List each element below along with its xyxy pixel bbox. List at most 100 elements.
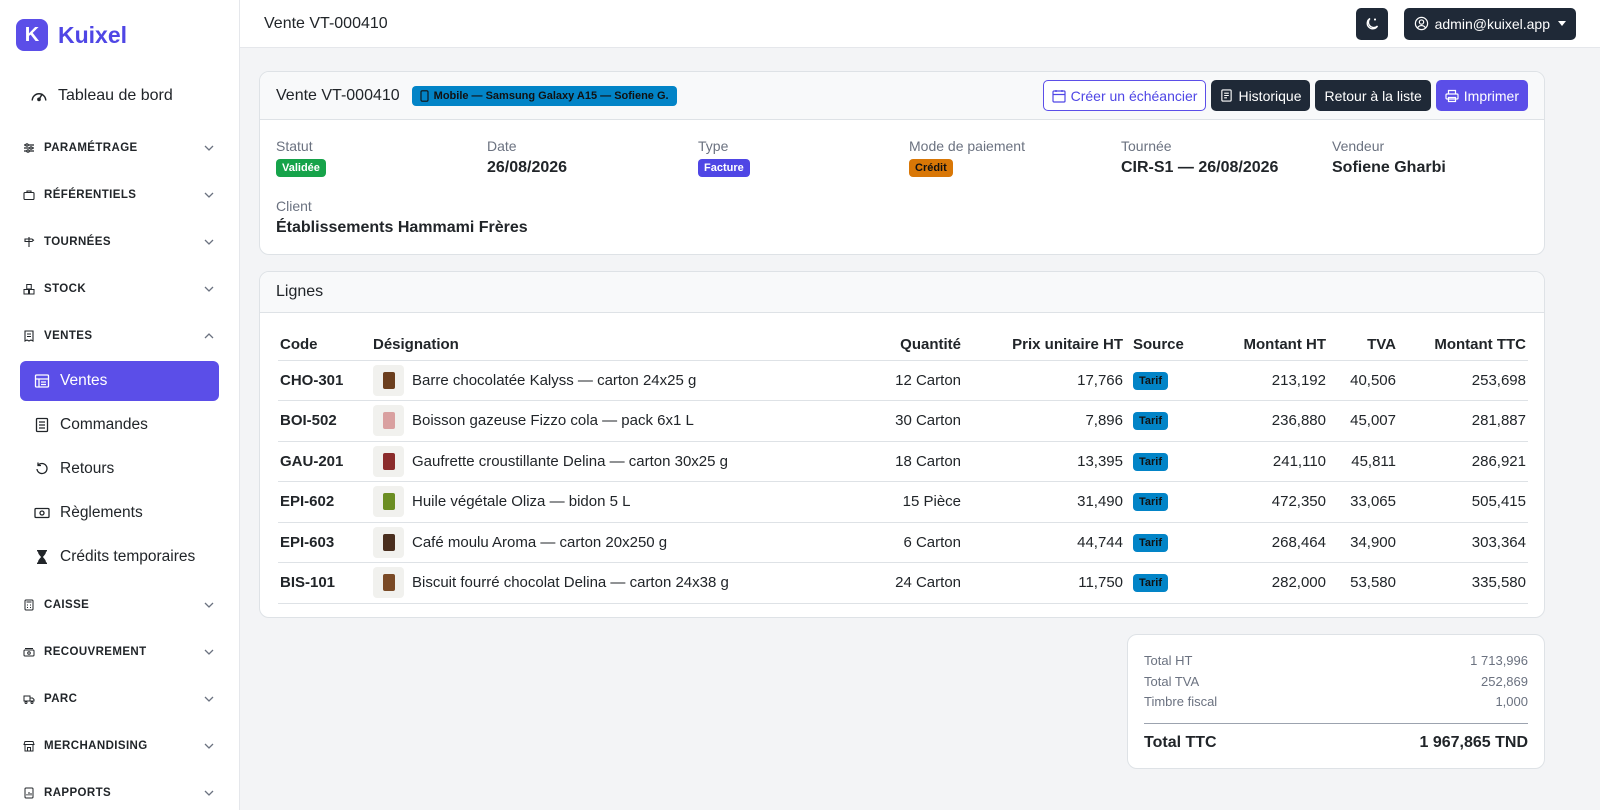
report-icon xyxy=(22,786,36,800)
type-badge: Facture xyxy=(698,159,750,177)
tour-field: Tournée CIR-S1 — 26/08/2026 xyxy=(1121,138,1321,177)
sidebar-item-label: Crédits temporaires xyxy=(60,548,196,565)
journal-text-icon xyxy=(1221,89,1233,102)
table-row[interactable]: CHO-301 Barre chocolatée Kalyss — carton… xyxy=(278,360,1528,401)
product-thumbnail xyxy=(373,364,404,396)
column-header[interactable]: Montant HT xyxy=(1215,330,1328,361)
sidebar-item-ventes[interactable]: Ventes xyxy=(20,361,219,401)
table-row[interactable]: BIS-101 Biscuit fourré chocolat Delina —… xyxy=(278,562,1528,604)
field-label: Client xyxy=(276,198,312,214)
code-cell: BOI-502 xyxy=(278,400,371,442)
unit-price-cell: 44,744 xyxy=(963,522,1125,563)
page-title: Vente VT-000410 xyxy=(264,14,388,32)
table-row[interactable]: GAU-201 Gaufrette croustillante Delina —… xyxy=(278,441,1528,482)
signpost-icon xyxy=(22,235,36,249)
cash-stack-icon xyxy=(22,645,36,659)
source-cell: Tarif xyxy=(1125,441,1215,482)
column-header[interactable]: Montant TTC xyxy=(1398,330,1528,361)
sidebar-section-label: RAPPORTS xyxy=(44,786,112,799)
sidebar-section-rapports[interactable]: RAPPORTS xyxy=(0,769,239,810)
sidebar-item-credits-temporaires[interactable]: Crédits temporaires xyxy=(20,537,219,577)
column-header[interactable]: Code xyxy=(278,330,371,361)
sidebar-section-tournees[interactable]: TOURNÉES xyxy=(0,218,239,265)
source-badge: Tarif xyxy=(1133,574,1169,593)
designation-cell: Huile végétale Oliza — bidon 5 L xyxy=(371,481,831,523)
column-header[interactable]: Désignation xyxy=(371,330,831,361)
shop-icon xyxy=(22,739,36,753)
chevron-up-icon xyxy=(204,332,214,338)
user-menu-button[interactable]: admin@kuixel.app xyxy=(1403,7,1576,40)
sidebar-item-label: Retours xyxy=(60,460,115,477)
designation-cell: Gaufrette croustillante Delina — carton … xyxy=(371,441,831,482)
source-badge: Tarif xyxy=(1133,412,1169,431)
code-cell: CHO-301 xyxy=(278,360,371,401)
amount-ttc-cell: 505,415 xyxy=(1398,481,1528,523)
total-ht-label: Total HT xyxy=(1144,653,1193,668)
sidebar-section-recouvrement[interactable]: RECOUVREMENT xyxy=(0,628,239,675)
amount-ttc-cell: 335,580 xyxy=(1398,562,1528,604)
history-button[interactable]: Historique xyxy=(1211,80,1311,111)
designation-text: Café moulu Aroma — carton 20x250 g xyxy=(412,533,668,551)
code-cell: EPI-602 xyxy=(278,481,371,523)
sidebar-section-parametrage[interactable]: PARAMÉTRAGE xyxy=(0,124,239,171)
origin-badge: Mobile — Samsung Galaxy A15 — Sofiene G. xyxy=(411,85,677,106)
sidebar-item-dashboard[interactable]: Tableau de bord xyxy=(10,76,229,116)
brand-name: Kuixel xyxy=(58,21,128,48)
table-row[interactable]: EPI-603 Café moulu Aroma — carton 20x250… xyxy=(278,522,1528,563)
sidebar-item-retours[interactable]: Retours xyxy=(20,449,219,489)
back-to-list-button[interactable]: Retour à la liste xyxy=(1315,80,1431,111)
sidebar-section-referentiels[interactable]: RÉFÉRENTIELS xyxy=(0,171,239,218)
sale-info-header: Vente VT-000410 Mobile — Samsung Galaxy … xyxy=(260,72,1544,120)
brand[interactable]: K Kuixel xyxy=(0,0,239,70)
theme-toggle-button[interactable] xyxy=(1355,7,1388,40)
sidebar-section-merchandising[interactable]: MERCHANDISING xyxy=(0,722,239,769)
sidebar-item-commandes[interactable]: Commandes xyxy=(20,405,219,445)
table-row[interactable]: BOI-502 Boisson gazeuse Fizzo cola — pac… xyxy=(278,400,1528,442)
tva-cell: 33,065 xyxy=(1328,481,1398,523)
totals-divider xyxy=(1144,722,1528,724)
total-ht-row: Total HT 1 713,996 xyxy=(1144,653,1528,674)
sidebar-section-label: TOURNÉES xyxy=(44,235,111,248)
sidebar-section-ventes[interactable]: VENTES xyxy=(0,312,239,359)
sidebar-section-parc[interactable]: PARC xyxy=(0,675,239,722)
amount-ht-cell: 236,880 xyxy=(1215,400,1328,442)
printer-icon xyxy=(1445,89,1459,102)
create-schedule-button[interactable]: Créer un échéancier xyxy=(1042,80,1207,111)
column-header[interactable]: Source xyxy=(1125,330,1215,361)
total-ttc-row: Total TTC 1 967,865 TND xyxy=(1144,734,1528,752)
product-image xyxy=(382,493,395,511)
column-header[interactable]: Prix unitaire HT xyxy=(963,330,1125,361)
source-cell: Tarif xyxy=(1125,481,1215,523)
sidebar-section-stock[interactable]: STOCK xyxy=(0,265,239,312)
amount-ht-cell: 282,000 xyxy=(1215,562,1328,604)
amount-ht-cell: 472,350 xyxy=(1215,481,1328,523)
sidebar-item-reglements[interactable]: Règlements xyxy=(20,493,219,533)
amount-ttc-cell: 286,921 xyxy=(1398,441,1528,482)
field-label: Statut xyxy=(276,138,313,154)
designation-text: Huile végétale Oliza — bidon 5 L xyxy=(412,493,631,511)
print-button[interactable]: Imprimer xyxy=(1435,80,1528,111)
product-thumbnail xyxy=(373,567,404,599)
moon-stars-icon xyxy=(1366,17,1378,29)
payment-field: Mode de paiement Crédit xyxy=(909,138,1109,177)
calculator-icon xyxy=(22,598,36,612)
chevron-down-icon xyxy=(204,790,214,796)
sliders-icon xyxy=(22,141,36,155)
total-ttc-value: 1 967,865 TND xyxy=(1419,733,1528,751)
status-field: Statut Validée xyxy=(276,138,476,177)
designation-cell: Barre chocolatée Kalyss — carton 24x25 g xyxy=(371,360,831,401)
quantity-cell: 15 Pièce xyxy=(831,481,963,523)
tva-cell: 40,506 xyxy=(1328,360,1398,401)
column-header[interactable]: TVA xyxy=(1328,330,1398,361)
calendar-icon xyxy=(1051,89,1066,103)
source-cell: Tarif xyxy=(1125,522,1215,563)
payment-badge: Crédit xyxy=(909,159,953,177)
sidebar-section-caisse[interactable]: CAISSE xyxy=(0,581,239,628)
chevron-down-icon xyxy=(204,192,214,198)
column-header[interactable]: Quantité xyxy=(831,330,963,361)
table-row[interactable]: EPI-602 Huile végétale Oliza — bidon 5 L… xyxy=(278,481,1528,523)
quantity-cell: 12 Carton xyxy=(831,360,963,401)
designation-cell: Biscuit fourré chocolat Delina — carton … xyxy=(371,562,831,604)
tva-cell: 53,580 xyxy=(1328,562,1398,604)
date-field: Date 26/08/2026 xyxy=(487,138,687,177)
